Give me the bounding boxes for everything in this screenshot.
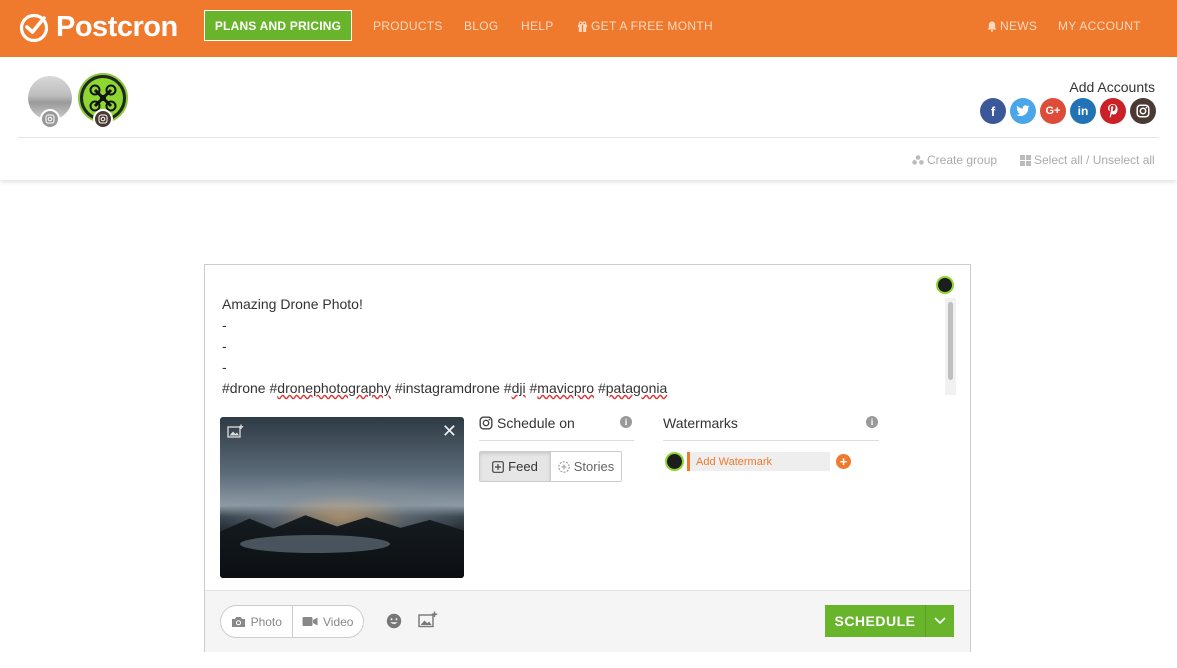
schedule-on-label: Schedule on [497, 415, 575, 431]
photo-label: Photo [250, 614, 282, 629]
scrollbar-thumb[interactable] [948, 302, 953, 380]
post-textarea[interactable]: Amazing Drone Photo! - - - #drone #drone… [222, 294, 667, 399]
emoji-icon[interactable] [386, 613, 402, 629]
feed-label: Feed [508, 459, 538, 474]
nav-free-month[interactable]: GET A FREE MONTH [577, 19, 713, 33]
schedule-on-title: Schedule on [479, 415, 575, 431]
textarea-scrollbar[interactable] [945, 298, 956, 395]
bell-icon [987, 21, 997, 32]
media-thumbnail[interactable]: ✕ [220, 417, 464, 578]
add-image-icon[interactable] [418, 611, 438, 628]
add-watermark-plus-icon[interactable]: + [836, 454, 851, 469]
info-icon[interactable]: i [866, 416, 878, 428]
group-icon [912, 155, 924, 165]
postcron-logo[interactable]: Postcron [18, 10, 178, 44]
facebook-icon[interactable]: f [980, 98, 1006, 124]
brand-name: Postcron [56, 10, 178, 43]
hashtag: #instagramdrone [394, 380, 500, 396]
linkedin-icon[interactable]: in [1070, 98, 1096, 124]
select-all-label: Select all / Unselect all [1034, 153, 1155, 167]
instagram-badge-icon [40, 109, 60, 129]
hashtag-misspelled: dji [511, 380, 526, 396]
post-line: - [222, 359, 227, 375]
hashtag-misspelled: dronephotography [277, 380, 391, 396]
video-camera-icon [302, 617, 318, 626]
media-type-toggle: Photo Video [220, 605, 364, 638]
grid-icon [1020, 154, 1031, 166]
nav-news-label: NEWS [1000, 19, 1038, 33]
hashtags-line: #drone # dronephotography #instagramdrone… [222, 378, 667, 399]
hashtag: #drone [222, 380, 266, 396]
plans-and-pricing-button[interactable]: PLANS AND PRICING [204, 10, 352, 41]
nav-blog[interactable]: BLOG [464, 19, 499, 33]
stories-option[interactable]: Stories [551, 452, 621, 481]
info-icon[interactable]: i [620, 416, 632, 428]
postcron-logo-icon [19, 13, 49, 43]
nav-my-account[interactable]: MY ACCOUNT [1058, 19, 1141, 33]
stories-icon [558, 460, 570, 473]
nav-help[interactable]: HELP [521, 19, 554, 33]
post-line: - [222, 317, 227, 333]
select-all-link[interactable]: Select all / Unselect all [1020, 153, 1155, 167]
panel-divider [663, 440, 879, 441]
social-networks-row: f G+ in [980, 98, 1156, 124]
google-plus-icon[interactable]: G+ [1040, 98, 1066, 124]
schedule-dropdown-chevron-icon[interactable] [926, 617, 954, 625]
hashtag-misspelled: patagonia [605, 380, 668, 396]
edit-image-icon[interactable] [227, 424, 244, 439]
panel-divider [479, 440, 634, 441]
add-accounts-label: Add Accounts [1069, 79, 1155, 95]
twitter-icon[interactable] [1010, 98, 1036, 124]
composer-footer: Photo Video SCHEDULE [205, 590, 970, 652]
stories-label: Stories [573, 459, 615, 474]
top-navbar: Postcron PLANS AND PRICING PRODUCTS BLOG… [0, 0, 1177, 57]
video-label: Video [323, 614, 354, 629]
add-watermark-field[interactable]: Add Watermark [687, 452, 830, 471]
nav-free-month-label: GET A FREE MONTH [591, 19, 713, 33]
camera-icon [231, 616, 245, 627]
hashtag-misspelled: mavicpro [537, 380, 595, 396]
create-group-label: Create group [927, 153, 998, 167]
accounts-divider [18, 137, 1159, 138]
pinterest-icon[interactable] [1100, 98, 1126, 124]
watermarks-title: Watermarks [663, 415, 738, 431]
feed-option[interactable]: Feed [480, 452, 551, 481]
gift-icon [577, 20, 588, 32]
schedule-label: SCHEDULE [834, 613, 916, 629]
post-line: - [222, 338, 227, 354]
composer-account-avatar[interactable] [936, 276, 954, 294]
thumbnail-lake [240, 535, 390, 553]
video-button[interactable]: Video [291, 606, 364, 637]
instagram-badge-icon [93, 109, 113, 129]
hashtag-prefix: # [503, 380, 512, 396]
instagram-icon [479, 416, 493, 430]
remove-media-icon[interactable]: ✕ [442, 421, 457, 442]
plus-square-icon [492, 460, 505, 473]
hashtag-prefix: # [597, 380, 606, 396]
post-composer: Amazing Drone Photo! - - - #drone #drone… [204, 264, 971, 652]
accounts-bar: Add Accounts f G+ in Create group Select… [0, 57, 1177, 180]
post-line: Amazing Drone Photo! [222, 296, 363, 312]
schedule-button[interactable]: SCHEDULE [825, 605, 954, 637]
photo-button[interactable]: Photo [221, 606, 292, 637]
schedule-target-toggle: Feed Stories [479, 451, 622, 482]
nav-news[interactable]: NEWS [987, 19, 1037, 33]
instagram-icon[interactable] [1130, 98, 1156, 124]
watermark-account-avatar [665, 452, 684, 471]
create-group-link[interactable]: Create group [912, 153, 997, 167]
nav-products[interactable]: PRODUCTS [373, 19, 443, 33]
